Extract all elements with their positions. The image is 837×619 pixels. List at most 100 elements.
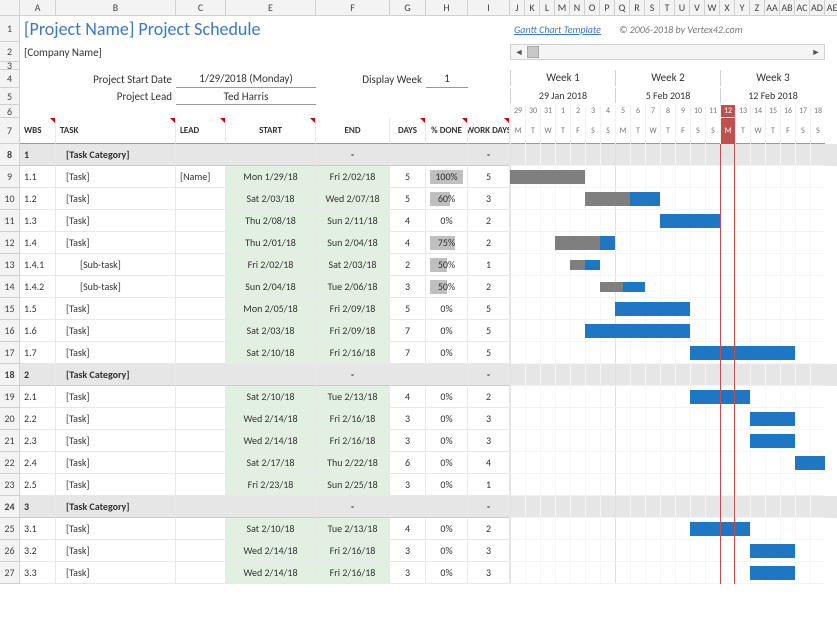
task-row[interactable]: 91.1[Task][Name]Mon 1/29/18Fri 2/02/1851… <box>0 166 837 188</box>
task-row[interactable]: 263.2[Task]Wed 2/14/18Fri 2/16/1830%3 <box>0 540 837 562</box>
end-cell[interactable]: Wed 2/07/18 <box>316 188 390 210</box>
lead-cell[interactable] <box>176 430 226 452</box>
workdays-cell[interactable]: 5 <box>468 166 510 188</box>
days-cell[interactable]: 3 <box>390 474 426 496</box>
row-header[interactable]: 15 <box>0 298 20 320</box>
row-header[interactable]: 25 <box>0 518 20 540</box>
gantt-bar[interactable] <box>585 192 660 206</box>
task-row[interactable]: 253.1[Task]Sat 2/10/18Tue 2/13/1840%2 <box>0 518 837 540</box>
column-header[interactable]: U <box>675 0 690 15</box>
column-header[interactable]: AA <box>765 0 780 15</box>
column-header[interactable]: I <box>468 0 510 15</box>
row-header[interactable]: 14 <box>0 276 20 298</box>
task-row[interactable]: 131.4.1[Sub-task]Fri 2/02/18Sat 2/03/182… <box>0 254 837 276</box>
task-cell[interactable]: [Task] <box>56 408 176 430</box>
pct-cell[interactable]: 0% <box>426 320 468 342</box>
gantt-bar[interactable] <box>570 260 600 270</box>
column-header[interactable]: C <box>176 0 226 15</box>
start-cell[interactable]: Thu 2/08/18 <box>226 210 316 232</box>
gantt-bar[interactable] <box>750 434 795 448</box>
row-header[interactable]: 20 <box>0 408 20 430</box>
gantt-bar[interactable] <box>750 566 795 580</box>
row-header[interactable]: 9 <box>0 166 20 188</box>
task-cell[interactable]: [Sub-task] <box>56 254 176 276</box>
days-cell[interactable]: 3 <box>390 408 426 430</box>
task-cell[interactable]: [Task] <box>56 232 176 254</box>
gantt-bar[interactable] <box>750 412 795 426</box>
wbs-cell[interactable]: 3.2 <box>20 540 56 562</box>
task-cell[interactable]: [Task] <box>56 474 176 496</box>
task-cell[interactable]: [Task] <box>56 166 176 188</box>
row-header[interactable]: 18 <box>0 364 20 386</box>
wbs-cell[interactable]: 2.1 <box>20 386 56 408</box>
row-header[interactable]: 11 <box>0 210 20 232</box>
scroll-thumb[interactable] <box>527 46 539 58</box>
wbs-cell[interactable]: 1.2 <box>20 188 56 210</box>
pct-cell[interactable] <box>426 144 468 166</box>
start-cell[interactable]: Wed 2/14/18 <box>226 540 316 562</box>
task-cell[interactable]: [Sub-task] <box>56 276 176 298</box>
pct-cell[interactable]: 0% <box>426 342 468 364</box>
end-cell[interactable]: Thu 2/22/18 <box>316 452 390 474</box>
column-header[interactable]: M <box>555 0 570 15</box>
lead-cell[interactable] <box>176 298 226 320</box>
days-cell[interactable]: 5 <box>390 188 426 210</box>
days-cell[interactable]: 4 <box>390 210 426 232</box>
pct-cell[interactable]: 50% <box>426 276 468 298</box>
row-header[interactable]: 21 <box>0 430 20 452</box>
col-start[interactable]: START <box>226 118 316 144</box>
task-row[interactable]: 192.1[Task]Sat 2/10/18Tue 2/13/1840%2 <box>0 386 837 408</box>
workdays-cell[interactable]: 3 <box>468 430 510 452</box>
pct-cell[interactable]: 60% <box>426 188 468 210</box>
wbs-cell[interactable]: 1.1 <box>20 166 56 188</box>
start-cell[interactable]: Mon 1/29/18 <box>226 166 316 188</box>
start-cell[interactable]: Sat 2/10/18 <box>226 518 316 540</box>
column-header[interactable]: G <box>390 0 426 15</box>
row-header[interactable]: 1 <box>0 16 20 42</box>
column-header[interactable]: H <box>426 0 468 15</box>
display-week-value[interactable]: 1 <box>426 70 468 88</box>
days-cell[interactable]: 7 <box>390 342 426 364</box>
row-header[interactable]: 17 <box>0 342 20 364</box>
row-header[interactable]: 10 <box>0 188 20 210</box>
start-date-value[interactable]: 1/29/2018 (Monday) <box>176 70 316 88</box>
pct-cell[interactable]: 0% <box>426 540 468 562</box>
task-cell[interactable]: [Task] <box>56 188 176 210</box>
column-header[interactable]: Q <box>615 0 630 15</box>
gantt-bar[interactable] <box>690 390 750 404</box>
gantt-horizontal-scrollbar[interactable]: ◄ ► <box>510 44 825 60</box>
task-cell[interactable]: [Task Category] <box>56 496 176 518</box>
pct-cell[interactable]: 100% <box>426 166 468 188</box>
row-header[interactable]: 19 <box>0 386 20 408</box>
column-header[interactable]: J <box>510 0 525 15</box>
end-cell[interactable]: - <box>316 364 390 386</box>
workdays-cell[interactable]: 4 <box>468 452 510 474</box>
days-cell[interactable]: 3 <box>390 430 426 452</box>
row-header[interactable]: 16 <box>0 320 20 342</box>
row-header[interactable]: 23 <box>0 474 20 496</box>
column-header[interactable]: S <box>645 0 660 15</box>
task-cell[interactable]: [Task] <box>56 210 176 232</box>
end-cell[interactable]: Fri 2/02/18 <box>316 166 390 188</box>
wbs-cell[interactable]: 1.3 <box>20 210 56 232</box>
days-cell[interactable]: 3 <box>390 562 426 584</box>
workdays-cell[interactable]: 2 <box>468 210 510 232</box>
lead-cell[interactable] <box>176 518 226 540</box>
task-cell[interactable]: [Task] <box>56 452 176 474</box>
start-cell[interactable]: Wed 2/14/18 <box>226 430 316 452</box>
column-header[interactable]: A <box>20 0 56 15</box>
days-cell[interactable]: 4 <box>390 518 426 540</box>
task-row[interactable]: 111.3[Task]Thu 2/08/18Sun 2/11/1840%2 <box>0 210 837 232</box>
task-cell[interactable]: [Task Category] <box>56 364 176 386</box>
lead-cell[interactable] <box>176 540 226 562</box>
start-cell[interactable]: Sun 2/04/18 <box>226 276 316 298</box>
workdays-cell[interactable]: 2 <box>468 232 510 254</box>
end-cell[interactable]: Tue 2/13/18 <box>316 386 390 408</box>
pct-cell[interactable]: 0% <box>426 452 468 474</box>
row-header[interactable]: 27 <box>0 562 20 584</box>
column-header[interactable]: V <box>690 0 705 15</box>
col-lead[interactable]: LEAD <box>176 118 226 144</box>
days-cell[interactable]: 6 <box>390 452 426 474</box>
days-cell[interactable]: 7 <box>390 320 426 342</box>
column-header[interactable]: P <box>600 0 615 15</box>
